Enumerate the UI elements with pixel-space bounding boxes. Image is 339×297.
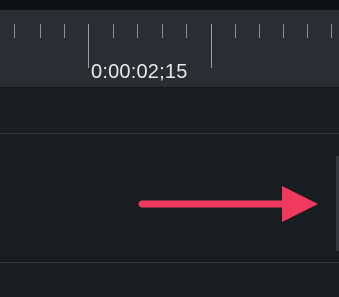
timeline-panel: 0:00:02;15 <box>0 0 339 297</box>
arrow-right-icon <box>138 186 318 222</box>
